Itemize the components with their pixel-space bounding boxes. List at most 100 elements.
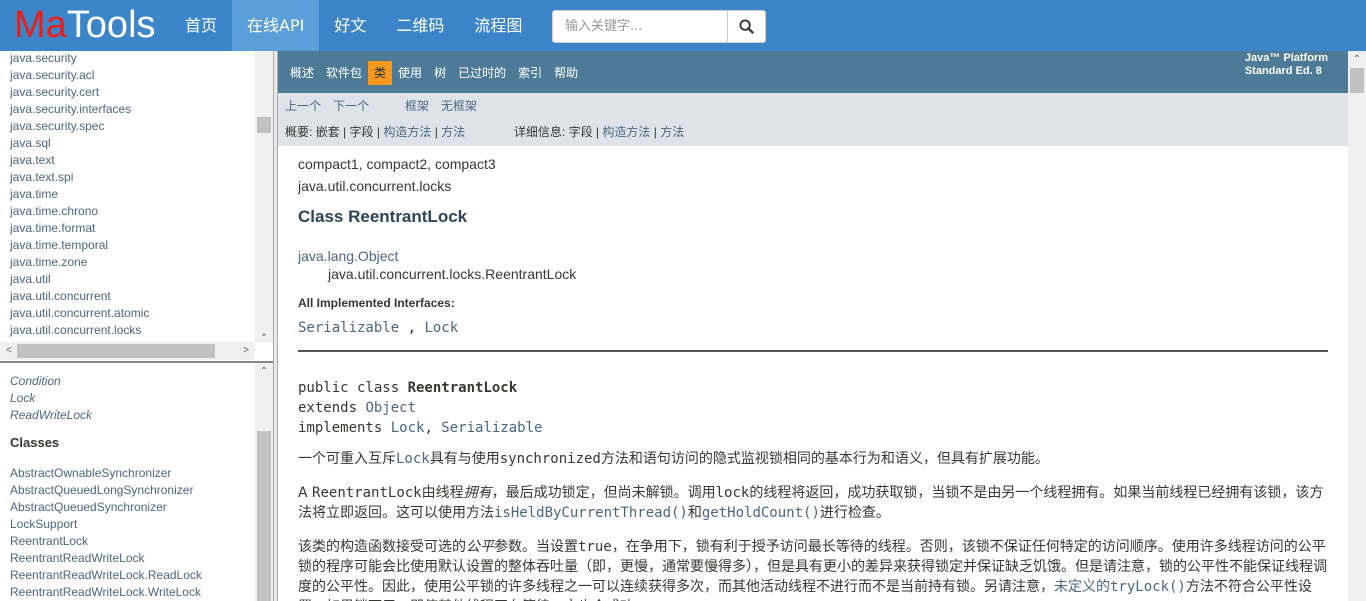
noframes-link[interactable]: 无框架 bbox=[441, 98, 477, 115]
package-item[interactable]: java.util.concurrent bbox=[10, 288, 149, 305]
docnav-tree[interactable]: 树 bbox=[428, 61, 452, 85]
package-item[interactable]: java.security.acl bbox=[10, 67, 149, 84]
para-text: 具有与使用 bbox=[429, 451, 500, 467]
para-text: 由线程 bbox=[421, 485, 464, 501]
detail-field: 字段 bbox=[568, 125, 593, 139]
scroll-right-icon[interactable]: > bbox=[237, 342, 255, 360]
scroll-up-icon[interactable]: ⌃ bbox=[255, 363, 273, 381]
search-input[interactable] bbox=[553, 11, 728, 42]
summary-method-link[interactable]: 方法 bbox=[441, 125, 465, 139]
package-list-hscrollbar[interactable]: < > bbox=[0, 342, 255, 360]
detail-constructor-link[interactable]: 构造方法 bbox=[602, 125, 650, 139]
package-item[interactable]: java.time.temporal bbox=[10, 237, 149, 254]
detail-method-link[interactable]: 方法 bbox=[660, 125, 684, 139]
package-item[interactable]: java.util.concurrent.locks bbox=[10, 322, 149, 339]
inherit-parent-link[interactable]: java.lang.Object bbox=[298, 246, 1328, 266]
separator: | bbox=[653, 125, 657, 139]
class-item[interactable]: ReentrantReadWriteLock bbox=[10, 550, 202, 567]
decl-serializable-link[interactable]: Serializable bbox=[441, 420, 542, 436]
package-item[interactable]: java.security bbox=[10, 51, 149, 67]
vscroll-thumb[interactable] bbox=[257, 117, 271, 133]
docnav-use[interactable]: 使用 bbox=[392, 61, 428, 85]
lock-link[interactable]: Lock bbox=[424, 320, 458, 336]
class-item[interactable]: AbstractOwnableSynchronizer bbox=[10, 465, 202, 482]
search-button[interactable] bbox=[727, 11, 765, 42]
separator: | bbox=[595, 125, 600, 139]
class-item[interactable]: ReentrantLock bbox=[10, 533, 202, 550]
scroll-down-icon[interactable]: ⌄ bbox=[255, 325, 273, 343]
package-item[interactable]: java.security.interfaces bbox=[10, 101, 149, 118]
serializable-link[interactable]: Serializable bbox=[298, 320, 399, 336]
nav-online-api[interactable]: 在线API bbox=[232, 0, 320, 51]
summary-constructor-link[interactable]: 构造方法 bbox=[383, 125, 431, 139]
trylock-link[interactable]: tryLock() bbox=[1110, 579, 1186, 595]
class-list-vscrollbar[interactable]: ⌃ bbox=[255, 363, 273, 601]
package-item[interactable]: java.time.chrono bbox=[10, 203, 149, 220]
content-vscrollbar[interactable]: ⌃ bbox=[1348, 51, 1366, 601]
isheldbycurrentthread-link[interactable]: isHeldByCurrentThread() bbox=[494, 505, 688, 521]
prev-class-link[interactable]: 上一个 bbox=[285, 98, 321, 115]
class-item[interactable]: ReentrantReadWriteLock.WriteLock bbox=[10, 584, 202, 601]
top-navbar: MaTools 首页 在线API 好文 二维码 流程图 bbox=[0, 0, 1366, 51]
decl-lock-link[interactable]: Lock bbox=[391, 420, 425, 436]
lock-link[interactable]: Lock bbox=[396, 451, 430, 467]
docnav-deprecated[interactable]: 已过时的 bbox=[452, 61, 512, 85]
doc-nav-items: 概述 软件包 类 使用 树 已过时的 索引 帮助 bbox=[284, 61, 584, 85]
untimed-link[interactable]: 未定义的 bbox=[1054, 579, 1110, 595]
docnav-help[interactable]: 帮助 bbox=[548, 61, 584, 85]
package-item[interactable]: java.time bbox=[10, 186, 149, 203]
decl-object-link[interactable]: Object bbox=[365, 400, 416, 416]
search-icon bbox=[739, 19, 754, 34]
class-item[interactable]: AbstractQueuedSynchronizer bbox=[10, 499, 202, 516]
implemented-interfaces: Serializable , Lock bbox=[298, 318, 1328, 338]
package-item[interactable]: java.util.concurrent.atomic bbox=[10, 305, 149, 322]
package-list-frame: java.security java.security.acl java.sec… bbox=[0, 51, 273, 360]
class-item[interactable]: AbstractQueuedLongSynchronizer bbox=[10, 482, 202, 499]
class-item[interactable]: ReentrantReadWriteLock.ReadLock bbox=[10, 567, 202, 584]
package-item[interactable]: java.sql bbox=[10, 135, 149, 152]
decl-text: , bbox=[424, 420, 442, 436]
subnav-row-1: 上一个 下一个 框架 无框架 bbox=[285, 98, 489, 115]
implemented-interfaces-title: All Implemented Interfaces: bbox=[298, 296, 455, 310]
package-item[interactable]: java.text bbox=[10, 152, 149, 169]
hscroll-thumb[interactable] bbox=[17, 344, 215, 358]
site-logo[interactable]: MaTools bbox=[14, 4, 156, 46]
nav-flowchart[interactable]: 流程图 bbox=[459, 0, 537, 51]
nav-qrcode[interactable]: 二维码 bbox=[381, 0, 459, 51]
package-item[interactable]: java.text.spi bbox=[10, 169, 149, 186]
frames-link[interactable]: 框架 bbox=[405, 98, 429, 115]
interface-item[interactable]: ReadWriteLock bbox=[10, 407, 202, 424]
separator: | bbox=[343, 125, 347, 139]
vscroll-thumb[interactable] bbox=[257, 431, 271, 601]
logo-ma: Ma bbox=[14, 4, 67, 46]
class-list-frame: Condition Lock ReadWriteLock Classes Abs… bbox=[0, 363, 273, 601]
nav-articles[interactable]: 好文 bbox=[319, 0, 381, 51]
vscroll-thumb[interactable] bbox=[1350, 68, 1364, 93]
interface-item[interactable]: Lock bbox=[10, 390, 202, 407]
para-text: 进行检查。 bbox=[819, 505, 890, 521]
decl-text: extends bbox=[298, 400, 366, 416]
class-list: Condition Lock ReadWriteLock Classes Abs… bbox=[10, 373, 202, 601]
description-paragraph: A ReentrantLock由线程拥有，最后成功锁定，但尚未解锁。调用lock… bbox=[298, 483, 1328, 523]
docnav-package[interactable]: 软件包 bbox=[320, 61, 368, 85]
scroll-left-icon[interactable]: < bbox=[0, 342, 18, 360]
package-list-vscrollbar[interactable]: ⌄ bbox=[255, 51, 273, 343]
description-paragraph: 一个可重入互斥Lock具有与使用synchronized方法和语句访问的隐式监视… bbox=[298, 449, 1328, 469]
nav-home[interactable]: 首页 bbox=[170, 0, 232, 51]
getholdcount-link[interactable]: getHoldCount() bbox=[702, 505, 820, 521]
docnav-index[interactable]: 索引 bbox=[512, 61, 548, 85]
interface-item[interactable]: Condition bbox=[10, 373, 202, 390]
package-list: java.security java.security.acl java.sec… bbox=[10, 51, 149, 339]
package-item[interactable]: java.time.zone bbox=[10, 254, 149, 271]
class-item[interactable]: LockSupport bbox=[10, 516, 202, 533]
doc-sub-nav: 上一个 下一个 框架 无框架 概要: 嵌套 | 字段 | 构造方法 | 方法 详… bbox=[278, 93, 1348, 146]
docnav-overview[interactable]: 概述 bbox=[284, 61, 320, 85]
package-item[interactable]: java.security.cert bbox=[10, 84, 149, 101]
para-text: 和 bbox=[687, 505, 702, 521]
scroll-up-icon[interactable]: ⌃ bbox=[1348, 51, 1366, 69]
package-item[interactable]: java.util bbox=[10, 271, 149, 288]
summary-field: 字段 bbox=[349, 125, 374, 139]
package-item[interactable]: java.time.format bbox=[10, 220, 149, 237]
next-class-link[interactable]: 下一个 bbox=[333, 98, 369, 115]
package-item[interactable]: java.security.spec bbox=[10, 118, 149, 135]
